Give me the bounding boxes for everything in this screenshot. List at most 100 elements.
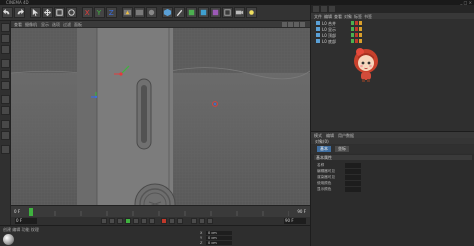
viewport-menu-view[interactable]: 查看 <box>14 22 22 28</box>
content-tab-icon[interactable] <box>329 6 335 12</box>
current-frame-field[interactable]: 0 F <box>15 218 37 224</box>
door-model[interactable] <box>77 28 176 205</box>
attributes-subtabs: 基本 坐标 <box>311 145 474 153</box>
prev-key-icon[interactable] <box>109 218 115 224</box>
viewport-menu-camera[interactable]: 摄像机 <box>25 22 37 28</box>
material-swatch[interactable] <box>3 234 14 245</box>
snap-icon[interactable] <box>1 106 10 115</box>
coord-label: Z <box>200 241 203 245</box>
viewport-canvas[interactable] <box>11 21 310 205</box>
edges-mode-icon[interactable] <box>1 70 10 79</box>
attributes-section-title: 基本属性 <box>314 155 472 160</box>
prev-frame-icon[interactable] <box>117 218 123 224</box>
object-row[interactable]: L0 底部 <box>316 39 471 44</box>
viewport-menu-panel[interactable]: 面板 <box>74 22 82 28</box>
object-row[interactable]: L0 显示 <box>316 27 471 32</box>
rotate-icon[interactable] <box>66 7 77 18</box>
points-mode-icon[interactable] <box>1 59 10 68</box>
objects-tab-icon[interactable] <box>313 6 319 12</box>
attr-row: 显示颜色 <box>317 187 467 192</box>
viewport-menu-display[interactable]: 显示 <box>41 22 49 28</box>
record-icon[interactable] <box>161 218 167 224</box>
coord-value: 0 cm <box>208 231 217 235</box>
viewport-menu-options[interactable]: 选项 <box>52 22 60 28</box>
scene-icon[interactable] <box>222 7 233 18</box>
maximize-icon[interactable] <box>300 22 305 27</box>
attr-row: 渲染器可见 <box>317 175 467 180</box>
paint-icon[interactable] <box>1 131 10 140</box>
attr-row: 使用颜色 <box>317 181 467 186</box>
pan-icon[interactable] <box>282 22 287 27</box>
main-toolbar: X Y Z <box>0 5 310 21</box>
scale-icon[interactable] <box>54 7 65 18</box>
attr-field[interactable] <box>345 175 361 180</box>
play-icon[interactable] <box>125 218 131 224</box>
object-tags <box>351 39 363 45</box>
tab-basic[interactable]: 基本 <box>317 146 331 152</box>
subdivision-icon[interactable] <box>186 7 197 18</box>
right-panel: 文件 编辑 查看 对象 标签 书签 L0 合并 L0 显示 L0 顶部 L0 底… <box>310 5 474 246</box>
camera-icon[interactable] <box>234 7 245 18</box>
axis-mode-icon[interactable] <box>1 95 10 104</box>
position-key-icon[interactable] <box>191 218 197 224</box>
takes-tab-icon[interactable] <box>321 6 327 12</box>
coord-value: 0 cm <box>208 236 217 240</box>
go-to-start-icon[interactable] <box>101 218 107 224</box>
tab-coordinates[interactable]: 坐标 <box>335 146 349 152</box>
object-label: L0 底部 <box>322 39 337 44</box>
playhead[interactable] <box>29 208 33 216</box>
select-icon[interactable] <box>30 7 41 18</box>
attr-field[interactable] <box>345 169 361 174</box>
timeline[interactable]: 0 F 90 F <box>11 205 310 217</box>
rotation-key-icon[interactable] <box>207 218 213 224</box>
texture-mode-icon[interactable] <box>1 34 10 43</box>
orbit-icon[interactable] <box>294 22 299 27</box>
render-settings-icon[interactable] <box>146 7 157 18</box>
pen-icon[interactable] <box>174 7 185 18</box>
attr-field[interactable] <box>345 163 361 168</box>
coord-row-z: Z 0 cm <box>200 241 310 245</box>
viewport-menu-filter[interactable]: 过滤 <box>63 22 71 28</box>
y-axis-icon[interactable]: Y <box>94 7 105 18</box>
zoom-icon[interactable] <box>288 22 293 27</box>
attr-row: 名称 <box>317 163 467 168</box>
attributes-body: 基本属性 名称 编辑器可见 渲染器可见 使用颜色 显示颜色 <box>311 154 474 246</box>
material-menu[interactable]: 创建 编辑 功能 纹理 <box>3 227 39 233</box>
render-view-icon[interactable] <box>134 7 145 18</box>
polygons-mode-icon[interactable] <box>1 81 10 90</box>
light-icon[interactable] <box>246 7 257 18</box>
max-frame-field[interactable]: 90 F <box>284 218 306 224</box>
viewport-nav-icons <box>281 22 307 27</box>
autokey-icon[interactable] <box>169 218 175 224</box>
attr-label: 显示颜色 <box>317 187 332 191</box>
object-row[interactable]: L0 顶部 <box>316 33 471 38</box>
svg-text:Y: Y <box>96 8 102 17</box>
workplane-icon[interactable] <box>1 45 10 54</box>
attr-label: 编辑器可见 <box>317 169 335 173</box>
move-icon[interactable] <box>42 7 53 18</box>
sculpt-icon[interactable] <box>1 120 10 129</box>
next-key-icon[interactable] <box>141 218 147 224</box>
x-axis-icon[interactable]: X <box>82 7 93 18</box>
coord-label: Y <box>200 236 203 240</box>
array-icon[interactable] <box>198 7 209 18</box>
mode-toolbar <box>0 21 11 225</box>
render-icon[interactable] <box>122 7 133 18</box>
deformer-icon[interactable] <box>210 7 221 18</box>
next-frame-icon[interactable] <box>133 218 139 224</box>
attr-field[interactable] <box>345 187 361 192</box>
model-mode-icon[interactable] <box>1 23 10 32</box>
z-axis-icon[interactable]: Z <box>106 7 117 18</box>
object-icon <box>316 39 320 43</box>
viewport[interactable]: 查看 摄像机 显示 选项 过滤 面板 <box>11 21 310 205</box>
object-row[interactable]: L0 合并 <box>316 21 471 26</box>
lock-icon[interactable] <box>1 145 10 154</box>
scale-key-icon[interactable] <box>199 218 205 224</box>
attr-field[interactable] <box>345 181 361 186</box>
go-to-end-icon[interactable] <box>149 218 155 224</box>
keyframe-selection-icon[interactable] <box>177 218 183 224</box>
redo-icon[interactable] <box>14 7 25 18</box>
undo-icon[interactable] <box>2 7 13 18</box>
cube-icon[interactable] <box>162 7 173 18</box>
attr-label: 名称 <box>317 163 325 167</box>
